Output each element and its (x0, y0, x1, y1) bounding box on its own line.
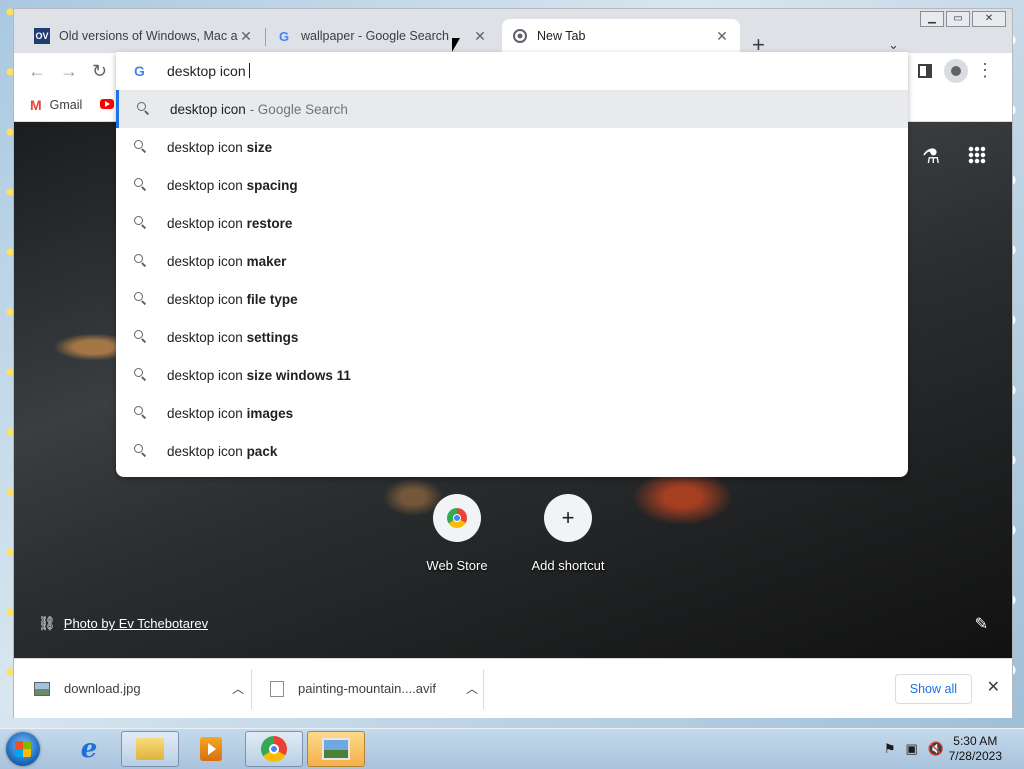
suggestion-item[interactable]: desktop icon pack (116, 432, 908, 470)
download-separator (483, 669, 484, 709)
download-bar: download.jpg ︿ painting-mountain....avif… (14, 658, 1012, 718)
suggestion-item[interactable]: desktop icon size (116, 128, 908, 166)
search-icon (134, 178, 148, 192)
download-filename: download.jpg (64, 681, 141, 696)
shortcut-label: Web Store (426, 558, 488, 573)
bookmark-label: Gmail (49, 98, 83, 112)
forward-button[interactable]: → (60, 61, 78, 81)
search-icon (137, 102, 151, 116)
suggestion-text: desktop icon maker (167, 253, 287, 269)
chevron-down-icon[interactable]: ⌄ (888, 37, 899, 53)
search-icon (134, 406, 148, 420)
reload-button[interactable]: ↻ (92, 61, 107, 81)
tab-title: New Tab (537, 29, 586, 43)
chevron-up-icon[interactable]: ︿ (466, 680, 478, 697)
photo-viewer-icon[interactable] (307, 731, 365, 767)
tab-title: Old versions of Windows, Mac and (59, 29, 238, 43)
labs-flask-icon[interactable]: ⚗ (922, 144, 940, 169)
suggestion-item[interactable]: desktop icon settings (116, 318, 908, 356)
address-bar-input[interactable]: desktop icon (167, 63, 250, 79)
apps-grid-icon[interactable] (968, 146, 986, 164)
search-icon (134, 444, 148, 458)
plus-icon: + (544, 494, 592, 542)
shortcut-web-store[interactable]: Web Store (412, 494, 502, 573)
bookmark-gmail[interactable]: M Gmail (30, 97, 82, 113)
search-icon (134, 330, 148, 344)
image-file-icon (34, 681, 50, 696)
suggestion-text: desktop icon file type (167, 291, 298, 307)
suggestion-item[interactable]: desktop icon file type (116, 280, 908, 318)
suggestion-item[interactable]: desktop icon maker (116, 242, 908, 280)
search-icon (134, 216, 148, 230)
system-clock[interactable]: 5:30 AM 7/28/2023 (949, 734, 1002, 764)
side-panel-icon[interactable] (918, 64, 932, 78)
search-icon (134, 140, 148, 154)
suggestion-text: desktop icon spacing (167, 177, 298, 193)
download-item[interactable]: download.jpg ︿ (34, 659, 244, 718)
clock-time: 5:30 AM (953, 734, 998, 748)
file-icon (270, 680, 284, 697)
menu-kebab-icon[interactable]: ⋮ (976, 61, 994, 79)
suggestion-text: desktop icon size windows 11 (167, 367, 351, 383)
suggestion-item[interactable]: desktop icon restore (116, 204, 908, 242)
back-button[interactable]: ← (28, 61, 46, 81)
suggestion-text: desktop icon - Google Search (170, 101, 348, 117)
chrome-favicon-icon (512, 28, 528, 44)
download-separator (251, 669, 252, 709)
file-explorer-icon[interactable] (121, 731, 179, 767)
system-tray: ⚑ ▣ 🔇 (884, 741, 944, 757)
suggestion-item[interactable]: desktop icon images (116, 394, 908, 432)
suggestion-item[interactable]: desktop icon - Google Search (116, 90, 908, 128)
google-favicon-icon: G (278, 28, 290, 44)
chevron-up-icon[interactable]: ︿ (232, 680, 244, 697)
search-icon (134, 254, 148, 268)
shortcut-add[interactable]: + Add shortcut (523, 494, 613, 573)
chrome-taskbar-icon[interactable] (245, 731, 303, 767)
internet-explorer-icon[interactable]: e (60, 731, 118, 767)
tab-wallpaper-search[interactable]: G wallpaper - Google Search ✕ (266, 19, 498, 53)
show-all-button[interactable]: Show all (894, 674, 972, 704)
suggestion-text: desktop icon pack (167, 443, 278, 459)
tab-close-icon[interactable]: ✕ (472, 28, 488, 45)
suggestion-item[interactable]: desktop icon size windows 11 (116, 356, 908, 394)
photo-credit-link[interactable]: Photo by Ev Tchebotarev (64, 616, 208, 631)
tab-new-tab[interactable]: New Tab ✕ (502, 19, 740, 53)
omnibox-input-row[interactable]: G desktop icon (116, 52, 908, 90)
ov-favicon-icon: OV (34, 28, 50, 44)
clock-date: 7/28/2023 (948, 749, 1002, 763)
network-icon[interactable]: ▣ (906, 741, 918, 757)
download-filename: painting-mountain....avif (298, 681, 437, 696)
photo-credit: ⛓ Photo by Ev Tchebotarev (38, 615, 208, 632)
tab-close-icon[interactable]: ✕ (238, 28, 254, 45)
gmail-icon: M (30, 97, 42, 113)
download-item[interactable]: painting-mountain....avif ︿ (270, 659, 478, 718)
tab-old-versions[interactable]: OV Old versions of Windows, Mac and ✕ (24, 19, 264, 53)
webstore-icon (433, 494, 481, 542)
profile-avatar-button[interactable] (944, 59, 968, 83)
tab-title: wallpaper - Google Search (301, 29, 449, 43)
tab-strip: OV Old versions of Windows, Mac and ✕ G … (14, 19, 1012, 56)
suggestion-text: desktop icon images (167, 405, 294, 421)
tab-close-icon[interactable]: ✕ (714, 28, 730, 45)
search-icon (134, 368, 148, 382)
suggestion-text: desktop icon settings (167, 329, 299, 345)
pencil-icon[interactable]: ✎ (975, 614, 988, 634)
link-icon: ⛓ (38, 615, 56, 631)
suggestion-text: desktop icon restore (167, 215, 293, 231)
suggestion-item[interactable]: desktop icon spacing (116, 166, 908, 204)
action-center-flag-icon[interactable]: ⚑ (884, 741, 896, 757)
media-player-icon[interactable] (182, 731, 240, 767)
start-button[interactable] (6, 732, 40, 766)
close-icon[interactable]: ✕ (987, 677, 1000, 697)
google-g-icon: G (134, 63, 145, 79)
suggestion-text: desktop icon size (167, 139, 273, 155)
shortcut-label: Add shortcut (531, 558, 605, 573)
omnibox-dropdown: G desktop icon desktop icon - Google Sea… (116, 52, 908, 477)
volume-muted-icon[interactable]: 🔇 (928, 741, 944, 757)
mouse-cursor (452, 38, 460, 52)
search-icon (134, 292, 148, 306)
windows-taskbar: e ⚑ ▣ 🔇 5:30 AM 7/28/2023 (0, 728, 1024, 769)
youtube-icon (100, 99, 114, 109)
